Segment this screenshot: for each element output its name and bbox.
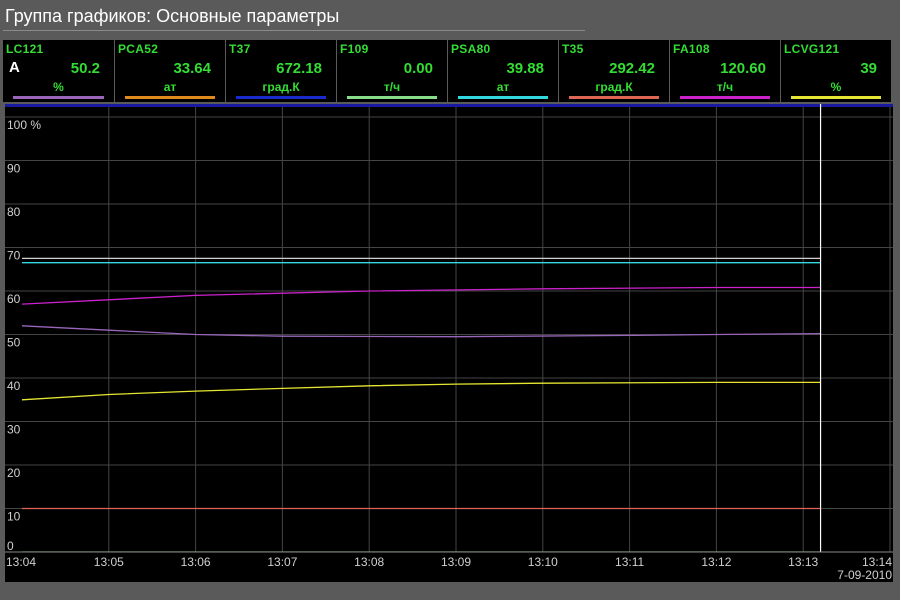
- tag-color-bar: [347, 96, 437, 99]
- tag-name: T37: [229, 42, 251, 56]
- tag-name: T35: [562, 42, 584, 56]
- trend-chart-svg: 100 % 90 80 70 60 50 40 30 20 10 0 13:04 13:05 13:06 1…: [5, 104, 893, 582]
- tag-unit: %: [830, 80, 842, 94]
- tag-value: 39: [860, 60, 877, 77]
- tag-name: FA108: [673, 42, 710, 56]
- tag-cell-t37[interactable]: T37 672.18 град.К: [225, 40, 336, 102]
- tag-cell-pca52[interactable]: PCA52 33.64 ат: [114, 40, 225, 102]
- date-label: 7-09-2010: [837, 568, 892, 582]
- tag-unit: ат: [496, 80, 510, 94]
- y-tick-label: 20: [7, 466, 21, 480]
- tag-value: 39.88: [506, 60, 544, 77]
- tag-unit: ат: [163, 80, 177, 94]
- tag-name: LC121: [6, 42, 44, 56]
- tag-name: F109: [340, 42, 369, 56]
- tag-unit: град.К: [595, 80, 633, 94]
- x-tick-label: 13:09: [441, 555, 471, 569]
- tag-unit: т/ч: [716, 80, 734, 94]
- x-tick-label: 13:05: [94, 555, 124, 569]
- tag-cell-f109[interactable]: F109 0.00 т/ч: [336, 40, 447, 102]
- tag-mode: A: [9, 59, 20, 76]
- tag-value: 50.2: [70, 60, 100, 77]
- tag-color-bar: [791, 96, 881, 99]
- x-tick-label: 13:12: [701, 555, 731, 569]
- tag-value: 120.60: [720, 60, 766, 77]
- tag-color-bar: [236, 96, 326, 99]
- tag-color-bar: [13, 96, 104, 99]
- x-tick-label: 13:04: [6, 555, 36, 569]
- tag-value: 672.18: [276, 60, 322, 77]
- tag-unit: т/ч: [383, 80, 401, 94]
- tag-color-bar: [458, 96, 548, 99]
- tag-cell-lcvg121[interactable]: LCVG121 39%: [780, 40, 891, 102]
- plot-top-border: [5, 104, 893, 107]
- y-tick-label: 30: [7, 423, 21, 437]
- x-tick-label: 13:08: [354, 555, 384, 569]
- tag-name: PSA80: [451, 42, 491, 56]
- y-tick-label: 70: [7, 249, 21, 263]
- x-tick-label: 13:10: [528, 555, 558, 569]
- tag-unit: %: [53, 80, 64, 94]
- tag-value: 292.42: [609, 60, 655, 77]
- tag-value: 0.00: [403, 60, 433, 77]
- window-title: Группа графиков: Основные параметры: [5, 6, 340, 26]
- x-tick-label: 13:13: [788, 555, 818, 569]
- y-tick-label: 90: [7, 162, 21, 176]
- y-tick-label: 0: [7, 539, 14, 553]
- tag-panel: LC121 A 50.2% PCA52 33.64 ат T37 672.18 град.К F1…: [3, 40, 891, 102]
- trend-chart[interactable]: 100 % 90 80 70 60 50 40 30 20 10 0 13:04 13:05 13:06 1…: [3, 104, 895, 584]
- tag-name: PCA52: [118, 42, 159, 56]
- tag-cell-psa80[interactable]: PSA80 39.88 ат: [447, 40, 558, 102]
- tag-cell-lc121[interactable]: LC121 A 50.2%: [3, 40, 114, 102]
- x-tick-label: 13:07: [267, 555, 297, 569]
- title-divider: [3, 30, 585, 31]
- tag-cell-t35[interactable]: T35 292.42 град.К: [558, 40, 669, 102]
- tag-color-bar: [569, 96, 659, 99]
- tag-unit: град.К: [262, 80, 300, 94]
- y-tick-label: 10: [7, 510, 21, 524]
- tag-name: LCVG121: [784, 42, 840, 56]
- plot-background: [5, 107, 893, 552]
- tag-color-bar: [680, 96, 770, 99]
- y-tick-label: 60: [7, 292, 21, 306]
- tag-cell-fa108[interactable]: FA108 120.60 т/ч: [669, 40, 780, 102]
- y-tick-label: 50: [7, 336, 21, 350]
- tag-value: 33.64: [173, 60, 211, 77]
- x-tick-label: 13:14: [862, 555, 892, 569]
- x-tick-label: 13:11: [615, 555, 644, 569]
- y-tick-label: 100 %: [7, 118, 41, 132]
- tag-color-bar: [125, 96, 215, 99]
- y-tick-label: 80: [7, 205, 21, 219]
- y-tick-label: 40: [7, 379, 21, 393]
- x-tick-label: 13:06: [181, 555, 211, 569]
